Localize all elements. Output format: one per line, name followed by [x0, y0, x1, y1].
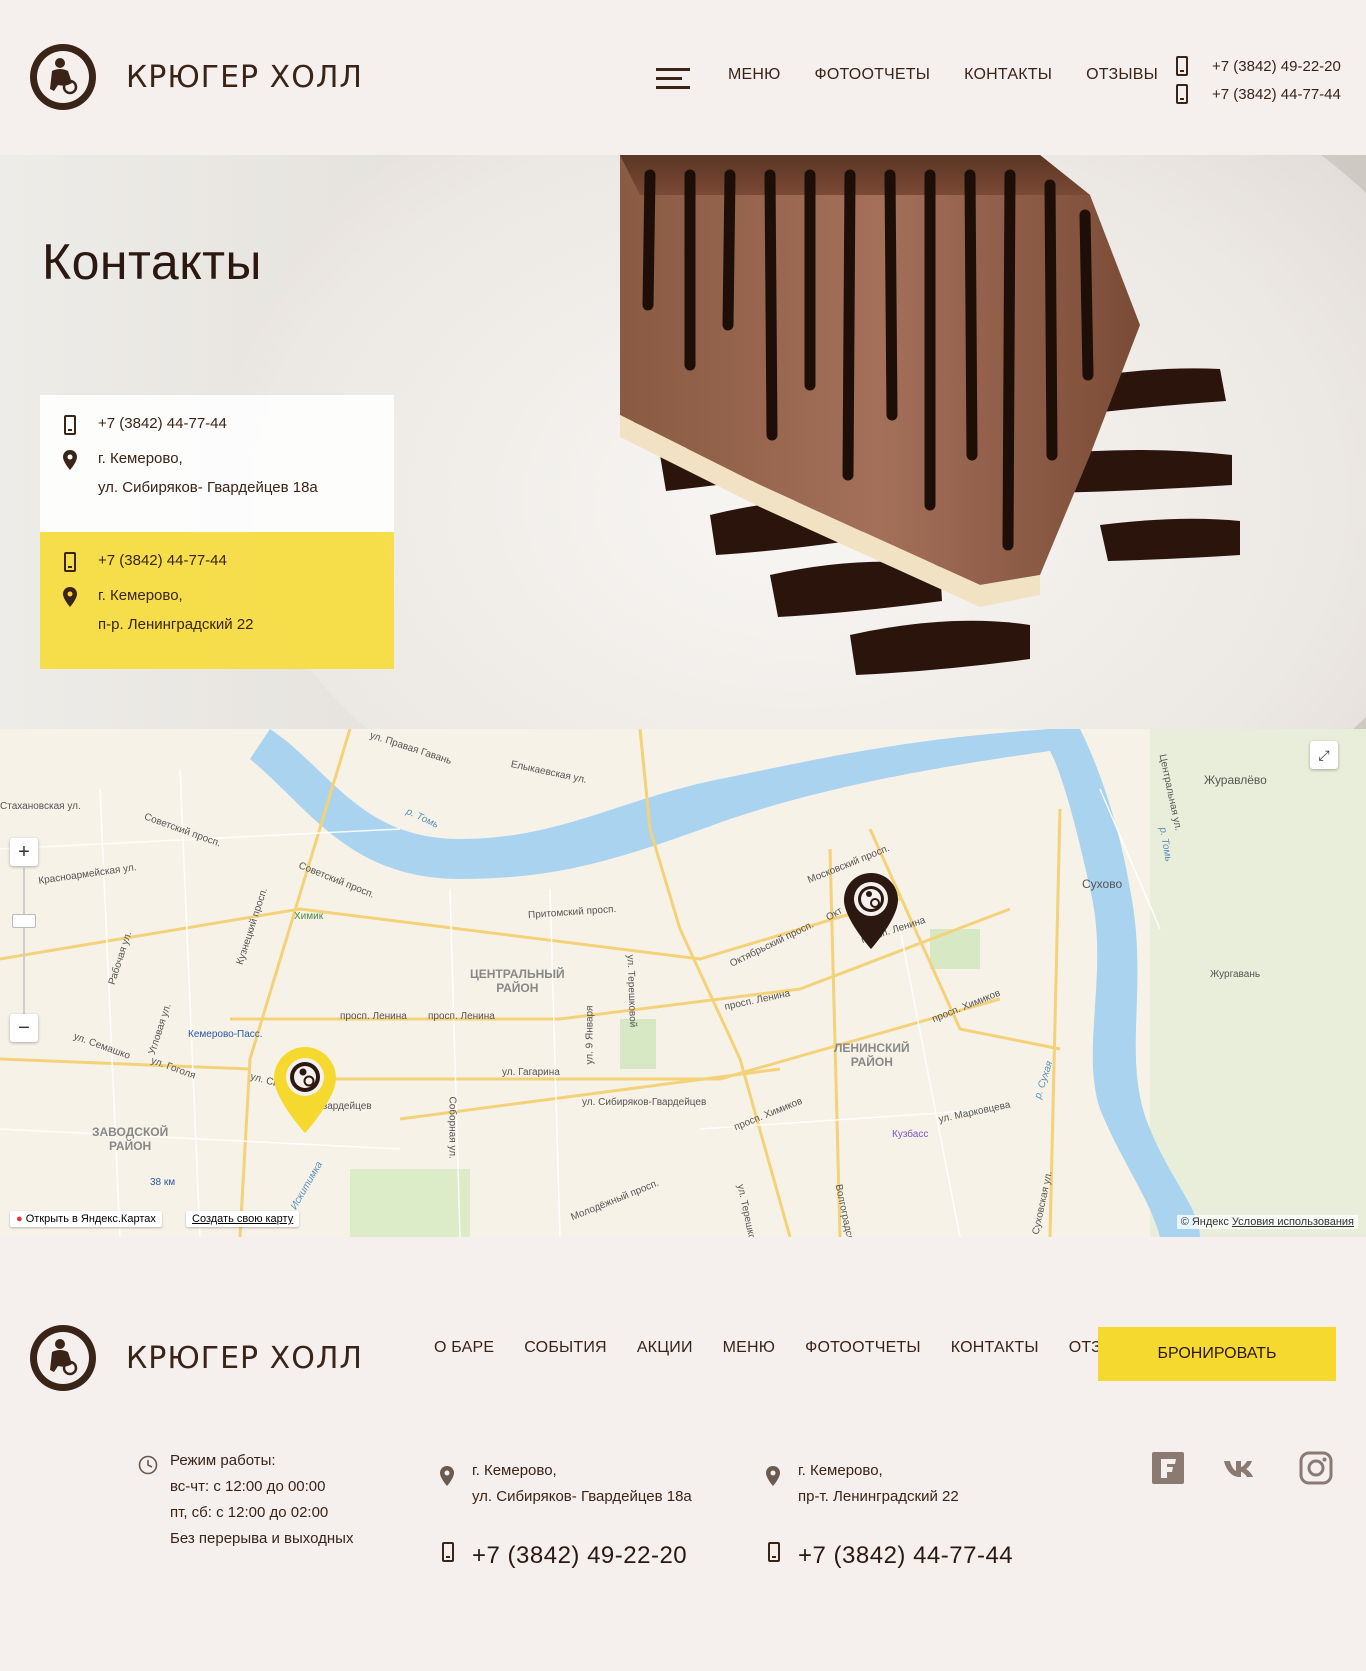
- open-yandex-label: Открыть в Яндекс.Картах: [25, 1213, 156, 1225]
- footer-logo[interactable]: КРЮГЕР ХОЛЛ: [30, 1325, 363, 1391]
- instagram-icon[interactable]: [1298, 1450, 1334, 1486]
- phone-icon: [64, 552, 76, 572]
- phone-icon: [64, 415, 76, 435]
- map-label: Кемерово-Пасс.: [188, 1029, 263, 1040]
- open-yandex-maps-link[interactable]: ● Открыть в Яндекс.Картах: [10, 1211, 162, 1227]
- logo-icon: [30, 1325, 96, 1391]
- map-label: ул. Сибиряков-Гвардейцев: [582, 1097, 707, 1108]
- hours-weekend: пт, сб: с 12:00 до 02:00: [170, 1504, 329, 1521]
- hero-cake-image: [620, 155, 1240, 675]
- location-pin-icon: [766, 1466, 780, 1486]
- contact-card-siberiakov: +7 (3842) 44-77-44 г. Кемерово, ул. Сиби…: [40, 395, 394, 532]
- map-label: просп. Ленина: [340, 1011, 407, 1022]
- map-pin-icon: ●: [16, 1213, 23, 1225]
- card-city: г. Кемерово,: [98, 450, 183, 467]
- nav-contacts[interactable]: КОНТАКТЫ: [964, 66, 1052, 84]
- zoom-slider-thumb[interactable]: [12, 914, 36, 928]
- working-hours: Режим работы: вс-чт: с 12:00 до 00:00 пт…: [170, 1448, 353, 1552]
- hero-banner: Контакты +7 (3842) 44-77-44 г. Кемерово,…: [0, 155, 1366, 729]
- address-city: г. Кемерово,: [472, 1462, 557, 1479]
- site-header: КРЮГЕР ХОЛЛ МЕНЮ ФОТООТЧЕТЫ КОНТАКТЫ ОТЗ…: [0, 0, 1366, 155]
- logo-text: КРЮГЕР ХОЛЛ: [126, 59, 363, 95]
- map-label: ул. 9 Января: [584, 1005, 596, 1065]
- map-copyright: © Яндекс Условия использования: [1176, 1215, 1358, 1229]
- nav-reviews[interactable]: ОТЗЫВЫ: [1086, 66, 1158, 84]
- location-pin-icon: [63, 450, 77, 470]
- map-label: 38 км: [150, 1177, 176, 1188]
- foursquare-icon[interactable]: [1150, 1450, 1186, 1486]
- burger-menu-icon[interactable]: [656, 68, 690, 89]
- location-pin-icon: [440, 1466, 454, 1486]
- header-phone-1[interactable]: +7 (3842) 49-22-20: [1176, 52, 1341, 80]
- map-district: ЗАВОДСКОЙ РАЙОН: [92, 1125, 169, 1153]
- contact-card-leningradsky: +7 (3842) 44-77-44 г. Кемерово, п-р. Лен…: [40, 532, 394, 669]
- phone-icon: [1176, 84, 1188, 104]
- phone-icon: [442, 1542, 454, 1562]
- nav-menu[interactable]: МЕНЮ: [728, 66, 781, 84]
- vk-icon[interactable]: [1222, 1450, 1258, 1486]
- card-city: г. Кемерово,: [98, 587, 183, 604]
- copyright-text: © Яндекс: [1180, 1216, 1229, 1228]
- map-district: ЛЕНИНСКИЙ РАЙОН: [834, 1041, 910, 1069]
- card-phone[interactable]: +7 (3842) 44-77-44: [98, 409, 227, 438]
- card-street: п-р. Ленинградский 22: [98, 616, 254, 633]
- phone-icon: [1176, 56, 1188, 76]
- logo-text: КРЮГЕР ХОЛЛ: [126, 1340, 363, 1376]
- zoom-in-button[interactable]: +: [10, 838, 38, 866]
- location-pin-icon: [63, 587, 77, 607]
- map-label: просп. Ленина: [428, 1011, 495, 1022]
- map-label: Кузбасс: [892, 1129, 929, 1140]
- footer-nav-photoreports[interactable]: ФОТООТЧЕТЫ: [805, 1339, 921, 1357]
- map-label: Соборная ул.: [446, 1096, 458, 1159]
- yandex-map[interactable]: ул. Правая Гавань Елыкаевская ул. р. Том…: [0, 729, 1366, 1237]
- hours-note: Без перерыва и выходных: [170, 1530, 354, 1547]
- hours-title: Режим работы:: [170, 1452, 276, 1469]
- map-label: Стахановская ул.: [0, 801, 81, 812]
- address-street: пр-т. Ленинградский 22: [798, 1488, 959, 1505]
- footer-nav-promos[interactable]: АКЦИИ: [637, 1339, 693, 1357]
- map-label: Жургавань: [1210, 969, 1261, 980]
- address-street: ул. Сибиряков- Гвардейцев 18а: [472, 1488, 692, 1505]
- footer-phone-1[interactable]: +7 (3842) 49-22-20: [472, 1542, 687, 1570]
- nav-photoreports[interactable]: ФОТООТЧЕТЫ: [815, 66, 931, 84]
- footer-phone-2[interactable]: +7 (3842) 44-77-44: [798, 1542, 1013, 1570]
- card-phone[interactable]: +7 (3842) 44-77-44: [98, 546, 227, 575]
- create-map-link[interactable]: Создать свою карту: [186, 1211, 300, 1227]
- header-phone-2[interactable]: +7 (3842) 44-77-44: [1176, 80, 1341, 108]
- clock-icon: [138, 1455, 158, 1475]
- address-city: г. Кемерово,: [798, 1462, 883, 1479]
- footer-nav-contacts[interactable]: КОНТАКТЫ: [951, 1339, 1039, 1357]
- page-title: Контакты: [42, 234, 262, 290]
- logo-icon: [30, 44, 96, 110]
- card-street: ул. Сибиряков- Гвардейцев 18а: [98, 479, 318, 496]
- phone-number: +7 (3842) 49-22-20: [1212, 57, 1341, 75]
- book-button[interactable]: БРОНИРОВАТЬ: [1098, 1327, 1336, 1381]
- footer-nav-menu[interactable]: МЕНЮ: [723, 1339, 776, 1357]
- zoom-slider-track[interactable]: [23, 866, 25, 1026]
- map-label: ул. Гагарина: [502, 1067, 560, 1078]
- map-district: ЦЕНТРАЛЬНЫЙ РАЙОН: [470, 967, 565, 995]
- address-leningradsky: г. Кемерово, пр-т. Ленинградский 22: [798, 1458, 959, 1510]
- zoom-out-button[interactable]: −: [10, 1014, 38, 1042]
- map-marker-siberiakov[interactable]: [274, 1047, 336, 1133]
- address-siberiakov: г. Кемерово, ул. Сибиряков- Гвардейцев 1…: [472, 1458, 692, 1510]
- header-nav: МЕНЮ ФОТООТЧЕТЫ КОНТАКТЫ ОТЗЫВЫ: [728, 66, 1192, 84]
- footer-nav-about[interactable]: О БАРЕ: [434, 1339, 494, 1357]
- map-marker-leningradsky[interactable]: [844, 873, 898, 949]
- phone-icon: [768, 1542, 780, 1562]
- map-label: Сухово: [1082, 877, 1123, 891]
- map-canvas: [0, 729, 1366, 1237]
- terms-link[interactable]: Условия использования: [1232, 1216, 1354, 1228]
- header-logo[interactable]: КРЮГЕР ХОЛЛ: [30, 44, 363, 110]
- map-label: Журавлёво: [1204, 773, 1267, 787]
- footer-nav-events[interactable]: СОБЫТИЯ: [524, 1339, 607, 1357]
- expand-icon[interactable]: ⤢: [1310, 741, 1338, 769]
- hours-weekdays: вс-чт: с 12:00 до 00:00: [170, 1478, 326, 1495]
- footer-nav: О БАРЕ СОБЫТИЯ АКЦИИ МЕНЮ ФОТООТЧЕТЫ КОН…: [434, 1339, 1171, 1357]
- phone-number: +7 (3842) 44-77-44: [1212, 85, 1341, 103]
- map-label: Химик: [294, 911, 324, 922]
- header-phones: +7 (3842) 49-22-20 +7 (3842) 44-77-44: [1176, 52, 1341, 108]
